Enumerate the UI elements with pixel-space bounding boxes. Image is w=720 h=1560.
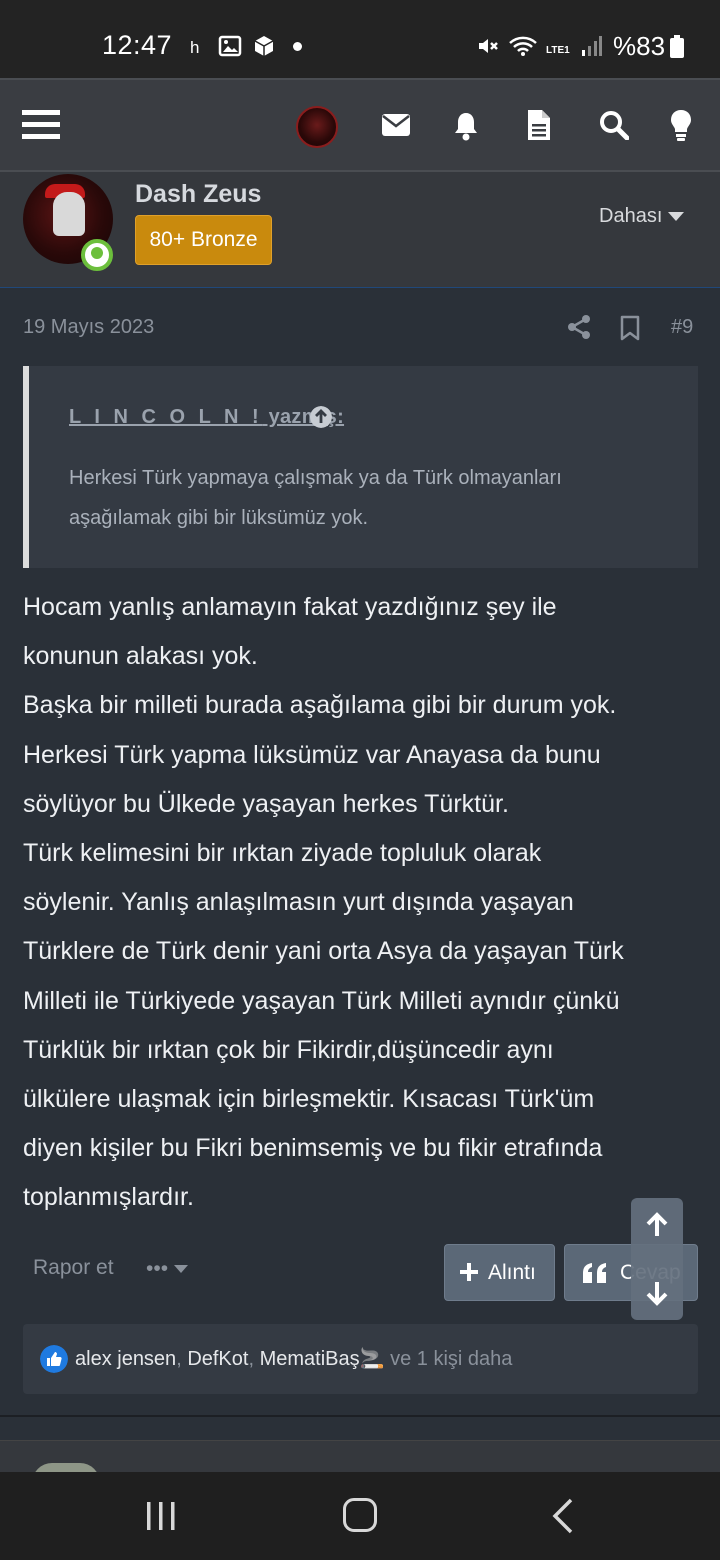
quote-author-name: L I N C O L N ! (69, 406, 263, 428)
system-nav-bar (0, 1472, 720, 1560)
post-line: söylenir. Yanlış anlaşılmasın yurt dışın… (23, 888, 574, 917)
reactions-bar: alex jensen, DefKot, MematiBaş🚬 ve 1 kiş… (23, 1324, 698, 1394)
like-icon (40, 1345, 68, 1373)
search-icon[interactable] (599, 110, 629, 140)
post-line: Başka bir milleti burada aşağılama gibi … (23, 691, 617, 720)
quote-marks-icon (583, 1263, 606, 1283)
post-line: Türklük bir ırktan çok bir Fikirdir,düşü… (23, 1035, 554, 1064)
bookmark-icon[interactable] (620, 315, 640, 341)
network-label: LTE1 (546, 45, 570, 56)
signal-icon (582, 36, 602, 56)
post-number[interactable]: #9 (671, 316, 693, 339)
post-divider (0, 1415, 720, 1417)
post-line: Türk kelimesini bir ırktan ziyade toplul… (23, 839, 542, 868)
reaction-user-link[interactable]: alex jensen (75, 1348, 176, 1370)
quote-button[interactable]: Alıntı (444, 1244, 555, 1301)
post-date[interactable]: 19 Mayıs 2023 (23, 316, 154, 339)
post-line: toplanmışlardır. (23, 1183, 194, 1212)
quote-block: L I N C O L N ! yazmış: Herkesi Türk yap… (23, 366, 698, 568)
post-line: diyen kişiler bu Fikri benimsemiş ve bu … (23, 1134, 603, 1163)
caret-down-icon (174, 1265, 189, 1274)
online-status-icon (81, 239, 113, 271)
bell-icon[interactable] (453, 111, 479, 141)
post-line: konunun alakası yok. (23, 642, 258, 671)
menu-icon[interactable] (22, 108, 60, 142)
reaction-user-link[interactable]: DefKot (187, 1348, 248, 1370)
document-icon[interactable] (528, 110, 550, 140)
next-post-preview (0, 1440, 720, 1483)
back-icon[interactable] (551, 1498, 575, 1534)
report-link[interactable]: Rapor et (33, 1256, 114, 1280)
wifi-icon (509, 36, 537, 56)
clock: 12:47 (102, 30, 173, 60)
post-options-menu[interactable]: ••• (146, 1257, 189, 1281)
user-avatar[interactable] (296, 106, 338, 148)
home-icon[interactable] (343, 1498, 377, 1532)
arrow-up-icon[interactable] (644, 1212, 670, 1238)
post-line: Herkesi Türk yapma lüksümüz var Anayasa … (23, 740, 601, 769)
battery-percent: %83 (613, 31, 666, 61)
post-author-bar: Dash Zeus 80+ Bronze Dahası (0, 172, 720, 288)
reaction-user-link[interactable]: MematiBaş🚬 (260, 1348, 385, 1370)
battery-icon (670, 35, 684, 58)
arrow-down-icon[interactable] (644, 1280, 670, 1306)
author-name[interactable]: Dash Zeus (135, 180, 261, 209)
box-icon (254, 36, 274, 56)
notification-dot (293, 42, 302, 51)
helmet-shape (53, 192, 85, 236)
share-icon[interactable] (567, 314, 591, 340)
post-line: söylüyor bu Ülkede yaşayan herkes Türktü… (23, 789, 509, 818)
reaction-more-link[interactable]: ve 1 kişi daha (385, 1348, 512, 1370)
rank-badge: 80+ Bronze (135, 215, 272, 265)
post-line: ülkülere ulaşmak için birleşmektir. Kısa… (23, 1085, 595, 1114)
scroll-controls (631, 1198, 683, 1320)
quote-author[interactable]: L I N C O L N ! yazmış: (69, 406, 344, 429)
post-line: Milleti ile Türkiyede yaşayan Türk Mille… (23, 986, 620, 1015)
post-body: Hocam yanlış anlamayın fakat yazdığınız … (23, 583, 703, 1223)
lightbulb-icon[interactable] (670, 110, 692, 142)
mute-icon (479, 39, 498, 53)
plus-icon (460, 1263, 478, 1281)
caret-down-icon (668, 212, 685, 222)
reaction-separator: , (176, 1348, 182, 1370)
reaction-users: alex jensen, DefKot, MematiBaş🚬 ve 1 kiş… (75, 1346, 512, 1371)
post-line: Türklere de Türk denir yani orta Asya da… (23, 937, 624, 966)
quote-text: Herkesi Türk yapmaya çalışmak ya da Türk… (69, 467, 562, 529)
reaction-separator: , (248, 1348, 255, 1370)
arrow-up-circle-icon[interactable] (310, 406, 332, 428)
indicator-h: h (190, 38, 200, 57)
recent-apps-icon[interactable] (145, 1500, 177, 1532)
app-header (0, 78, 720, 172)
quote-button-label: Alıntı (488, 1261, 536, 1284)
post-line: Hocam yanlış anlamayın fakat yazdığınız … (23, 593, 557, 621)
mail-icon[interactable] (382, 114, 410, 136)
status-bar: 12:47 h LTE1 %83 (0, 0, 720, 78)
dots-label: ••• (146, 1257, 169, 1280)
gallery-icon (218, 35, 242, 57)
more-menu-label: Dahası (599, 205, 663, 227)
more-menu[interactable]: Dahası (599, 205, 685, 228)
